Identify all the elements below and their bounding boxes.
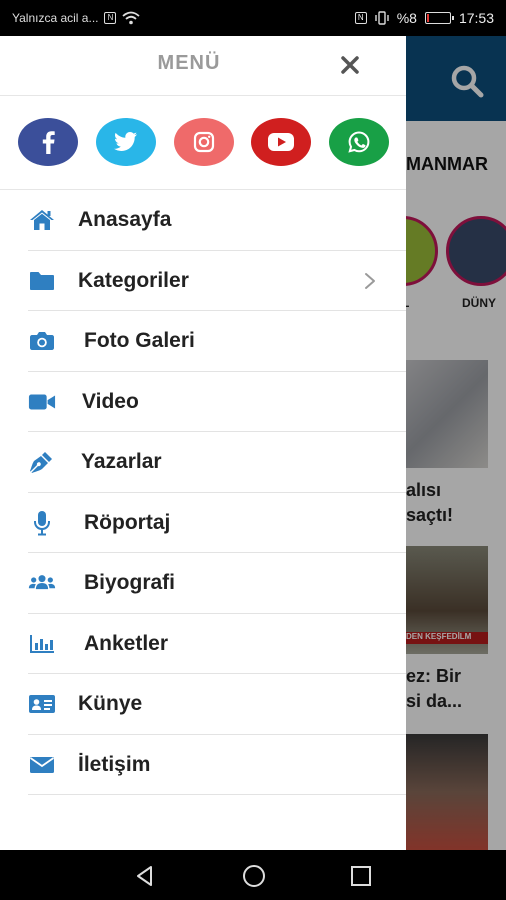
nfc-icon: N [104,12,117,24]
menu-item-biyografi[interactable]: Biyografi [0,553,406,614]
menu-item-label: İletişim [78,752,151,776]
close-button[interactable] [335,50,365,80]
home-circle-icon[interactable] [241,863,267,889]
menu-item-anketler[interactable]: Anketler [0,614,406,675]
nfc-status-icon: N [354,12,367,24]
menu-item-label: Künye [78,692,143,716]
menu-item-kategoriler[interactable]: Kategoriler [0,251,406,312]
drawer-header: MENÜ [0,36,406,96]
battery-level [426,14,429,22]
social-links [0,96,406,190]
status-bar: Yalnızca acil a... N N %8 17:53 [0,0,506,36]
menu-item-label: Video [82,389,139,413]
video-camera-icon [28,391,56,413]
bar-chart-icon [28,633,56,655]
status-bar-left: Yalnızca acil a... N [12,11,141,25]
drawer-menu: Anasayfa Kategoriler Foto Galeri Video Y… [0,190,406,795]
menu-item-yazarlar[interactable]: Yazarlar [0,432,406,493]
menu-item-label: Anasayfa [78,208,172,232]
envelope-icon [28,754,56,776]
chevron-right-icon [365,272,375,289]
menu-item-video[interactable]: Video [0,372,406,433]
menu-item-label: Biyografi [84,571,176,595]
pen-icon [28,451,56,474]
microphone-icon [28,510,56,536]
twitter-icon [114,132,137,151]
twitter-button[interactable] [96,118,156,166]
menu-item-anasayfa[interactable]: Anasayfa [0,190,406,251]
menu-item-label: Foto Galeri [84,329,195,353]
menu-item-roportaj[interactable]: Röportaj [0,493,406,554]
youtube-icon [268,133,294,151]
users-icon [28,572,56,594]
menu-item-label: Yazarlar [81,450,162,474]
battery-percent: %8 [396,10,417,26]
status-bar-right: N %8 17:53 [354,10,494,26]
recents-icon[interactable] [348,863,374,889]
instagram-button[interactable] [174,118,234,166]
navigation-drawer: MENÜ Anasayfa Kategoriler Foto Galeri Vi… [0,36,406,850]
home-icon [28,209,56,231]
camera-icon [28,330,56,352]
facebook-button[interactable] [18,118,78,166]
youtube-button[interactable] [251,118,311,166]
whatsapp-icon [348,131,370,153]
carrier-text: Yalnızca acil a... [12,11,99,25]
system-navigation-bar [0,850,506,900]
facebook-icon [42,131,55,154]
drawer-title: MENÜ [157,52,221,74]
close-icon [341,56,359,74]
id-card-icon [28,693,56,715]
instagram-icon [193,131,215,153]
menu-item-foto-galeri[interactable]: Foto Galeri [0,311,406,372]
menu-item-kunye[interactable]: Künye [0,674,406,735]
back-icon[interactable] [132,863,158,889]
vibrate-icon [375,11,389,25]
battery-icon [424,12,454,24]
menu-item-label: Anketler [84,631,169,655]
menu-item-label: Röportaj [84,510,171,534]
wifi-icon [122,11,141,25]
folder-icon [28,270,56,292]
clock: 17:53 [458,10,494,26]
menu-item-iletisim[interactable]: İletişim [0,735,406,796]
whatsapp-button[interactable] [329,118,389,166]
menu-item-label: Kategoriler [78,268,189,292]
